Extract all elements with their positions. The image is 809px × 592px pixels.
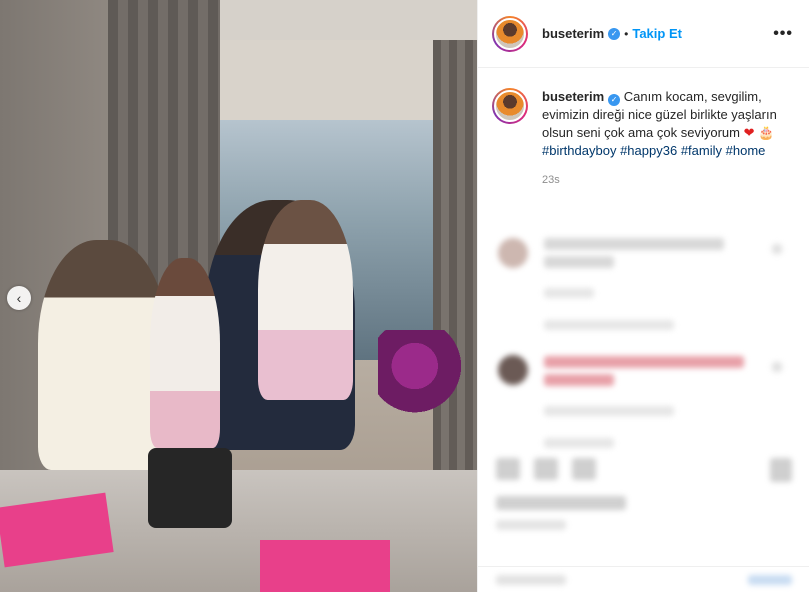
comment-avatar [498, 238, 528, 268]
blurred-comment [544, 374, 614, 386]
carousel-prev-button[interactable]: ‹ [7, 286, 31, 310]
bookmark-icon[interactable] [770, 458, 792, 482]
post-sidebar: buseterim ✓ • Takip Et ••• buseterim ✓ Ca… [477, 0, 809, 592]
caption-username[interactable]: buseterim [542, 89, 604, 104]
blurred-comment-meta [544, 406, 674, 416]
chevron-left-icon: ‹ [16, 290, 22, 306]
cake-emoji-icon: 🎂 [758, 125, 775, 140]
verified-icon: ✓ [608, 94, 621, 106]
comment-avatar [498, 355, 528, 385]
instagram-post: ‹ buseterim ✓ • Takip Et ••• buseterim ✓ … [0, 0, 809, 592]
follow-button[interactable]: Takip Et [632, 26, 682, 41]
hashtag-link[interactable]: #home [726, 143, 766, 158]
avatar[interactable] [492, 15, 528, 52]
avatar-image [494, 17, 526, 50]
photo-person-toddler [258, 200, 353, 400]
post-header: buseterim ✓ • Takip Et ••• [478, 0, 809, 68]
blurred-date [496, 520, 566, 530]
blurred-comment-meta [544, 438, 614, 448]
avatar-image [494, 90, 526, 122]
separator-dot: • [624, 26, 629, 41]
blurred-comment-input[interactable] [496, 575, 566, 585]
blurred-likes-count [496, 496, 626, 510]
blurred-comment [544, 238, 724, 250]
like-icon[interactable] [496, 458, 520, 480]
more-options-icon[interactable]: ••• [773, 25, 793, 43]
blurred-comment [544, 356, 744, 368]
comment-like-icon[interactable] [772, 244, 782, 254]
photo-flowers [378, 330, 470, 420]
blurred-comment [544, 256, 614, 268]
blurred-comment-meta [544, 288, 594, 298]
post-photo[interactable]: ‹ [0, 0, 477, 592]
photo-person-woman [38, 240, 168, 470]
photo-person-girl [150, 258, 220, 448]
blurred-post-button[interactable] [748, 575, 792, 585]
verified-icon: ✓ [608, 27, 621, 40]
share-icon[interactable] [572, 458, 596, 480]
blurred-comment-meta [544, 320, 674, 330]
hashtag-link[interactable]: #birthdayboy [542, 143, 616, 158]
post-timestamp: 23s [542, 174, 560, 186]
caption-text: buseterim ✓ Canım kocam, sevgilim, evimiz… [542, 88, 792, 160]
caption: buseterim ✓ Canım kocam, sevgilim, evimiz… [478, 68, 809, 160]
photo-cake [148, 448, 232, 528]
hashtag-link[interactable]: #happy36 [620, 143, 677, 158]
comment-icon[interactable] [534, 458, 558, 480]
add-comment-bar[interactable] [478, 566, 809, 592]
heart-emoji-icon: ❤ [743, 125, 755, 140]
hashtag-link[interactable]: #family [681, 143, 722, 158]
caption-avatar[interactable] [492, 88, 528, 124]
photo-blind [218, 40, 440, 130]
photo-napkin [260, 540, 390, 592]
comment-like-icon[interactable] [772, 362, 782, 372]
header-username[interactable]: buseterim [542, 26, 604, 41]
